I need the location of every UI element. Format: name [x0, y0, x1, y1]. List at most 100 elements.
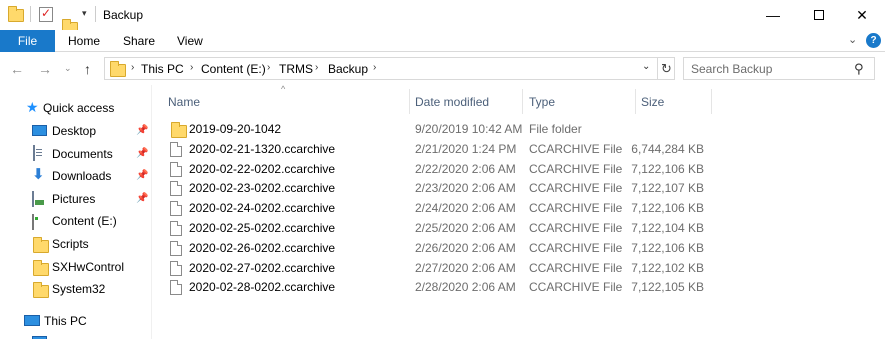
file-type: File folder	[529, 122, 582, 136]
sidebar-item-label: Downloads	[52, 169, 112, 183]
breadcrumb-content[interactable]: Content (E:)	[201, 62, 266, 76]
file-date: 2/22/2020 2:06 AM	[415, 162, 516, 176]
sidebar-item-system32[interactable]: System32	[0, 278, 152, 300]
sidebar-item-pictures[interactable]: Pictures 📌	[0, 188, 152, 210]
recent-locations-icon[interactable]: ⌄	[64, 63, 72, 74]
file-type: CCARCHIVE File	[529, 181, 623, 195]
file-name: 2020-02-26-0202.ccarchive	[189, 241, 336, 255]
search-box[interactable]: Search Backup ⚲	[683, 57, 875, 80]
documents-icon	[33, 145, 35, 161]
refresh-icon[interactable]: ↻	[657, 58, 675, 79]
breadcrumb-chevron-icon[interactable]: ›	[131, 62, 134, 73]
sidebar-item-this-pc[interactable]: This PC	[0, 310, 152, 332]
column-divider[interactable]	[711, 89, 712, 114]
column-header-size[interactable]: Size	[641, 95, 664, 120]
table-row[interactable]: 2020-02-23-0202.ccarchive 2/23/2020 2:06…	[163, 178, 712, 198]
sidebar-item-sxhwcontrol[interactable]: SXHwControl	[0, 256, 152, 278]
file-type: CCARCHIVE File	[529, 142, 623, 156]
title-bar: ✓ ▾ Backup — ✕	[0, 0, 885, 35]
breadcrumb-chevron-icon[interactable]: ›	[373, 62, 376, 73]
customize-quick-access-icon[interactable]: ▾	[82, 8, 87, 19]
sidebar-item-label: Content (E:)	[52, 214, 117, 228]
column-header-name[interactable]: Name	[168, 95, 200, 120]
search-input[interactable]: Search Backup	[691, 62, 772, 76]
tab-view[interactable]: View	[177, 34, 203, 48]
breadcrumb-this-pc[interactable]: This PC	[141, 62, 184, 76]
column-divider[interactable]	[409, 89, 410, 114]
breadcrumb-trms[interactable]: TRMS	[279, 62, 313, 76]
file-size: 7,122,105 KB	[631, 280, 704, 294]
file-icon	[170, 241, 182, 256]
address-bar[interactable]: › This PC › Content (E:) › TRMS › Backup…	[104, 57, 675, 80]
sidebar-item-documents[interactable]: Documents 📌	[0, 143, 152, 165]
column-divider[interactable]	[635, 89, 636, 114]
expand-ribbon-icon[interactable]: ⌄	[848, 33, 857, 46]
folder-icon	[8, 6, 24, 22]
ribbon: File Home Share View ⌄ ?	[0, 30, 885, 52]
table-row[interactable]: 2020-02-25-0202.ccarchive 2/25/2020 2:06…	[163, 218, 712, 238]
tab-file[interactable]: File	[0, 30, 55, 52]
pin-icon: 📌	[136, 170, 149, 181]
table-row[interactable]: 2019-09-20-1042 9/20/2019 10:42 AM File …	[163, 119, 712, 139]
column-divider[interactable]	[522, 89, 523, 114]
navigation-bar: ← → ⌄ ↑ › This PC › Content (E:) › TRMS …	[0, 53, 885, 85]
sidebar-item-downloads[interactable]: ⬇ Downloads 📌	[0, 165, 152, 187]
column-header-type[interactable]: Type	[529, 95, 555, 120]
forward-button[interactable]: →	[38, 61, 52, 77]
table-row[interactable]: 2020-02-28-0202.ccarchive 2/28/2020 2:06…	[163, 277, 712, 297]
back-button[interactable]: ←	[10, 61, 24, 77]
sidebar-item-quick-access[interactable]: ★ Quick access	[0, 97, 152, 119]
drive-icon	[32, 214, 34, 230]
file-icon	[170, 162, 182, 177]
file-name: 2019-09-20-1042	[189, 122, 282, 136]
pin-icon: 📌	[136, 193, 149, 204]
table-row[interactable]: 2020-02-22-0202.ccarchive 2/22/2020 2:06…	[163, 159, 712, 179]
file-size: 7,122,106 KB	[631, 201, 704, 215]
file-name: 2020-02-25-0202.ccarchive	[189, 221, 336, 235]
table-row[interactable]: 2020-02-26-0202.ccarchive 2/26/2020 2:06…	[163, 238, 712, 258]
properties-icon[interactable]: ✓	[39, 6, 53, 22]
file-date: 2/27/2020 2:06 AM	[415, 261, 516, 275]
sidebar-item-desktop[interactable]: Desktop 📌	[0, 120, 152, 142]
sidebar-item-content-drive[interactable]: Content (E:)	[0, 210, 152, 232]
sidebar-item-scripts[interactable]: Scripts	[0, 233, 152, 255]
file-type: CCARCHIVE File	[529, 201, 623, 215]
close-button[interactable]: ✕	[839, 0, 885, 30]
tab-share[interactable]: Share	[123, 34, 155, 48]
file-name: 2020-02-23-0202.ccarchive	[189, 181, 336, 195]
file-type: CCARCHIVE File	[529, 162, 623, 176]
file-name: 2020-02-24-0202.ccarchive	[189, 201, 336, 215]
file-size: 6,744,284 KB	[631, 142, 704, 156]
minimize-icon: —	[766, 7, 780, 23]
table-row[interactable]: 2020-02-27-0202.ccarchive 2/27/2020 2:06…	[163, 258, 712, 278]
sidebar-item-partial[interactable]	[0, 332, 152, 339]
sidebar-item-label: Desktop	[52, 124, 97, 138]
file-date: 2/25/2020 2:06 AM	[415, 221, 516, 235]
file-icon	[170, 142, 182, 157]
minimize-button[interactable]: —	[750, 0, 796, 30]
column-header-date-modified[interactable]: Date modified	[415, 95, 489, 120]
file-date: 2/28/2020 2:06 AM	[415, 280, 516, 294]
table-row[interactable]: 2020-02-21-1320.ccarchive 2/21/2020 1:24…	[163, 139, 712, 159]
sort-ascending-icon: ^	[281, 84, 286, 94]
tab-home[interactable]: Home	[68, 34, 100, 48]
up-button[interactable]: ↑	[84, 61, 91, 77]
help-icon[interactable]: ?	[866, 33, 881, 48]
address-dropdown-icon[interactable]: ⌄	[642, 61, 650, 72]
sidebar-item-label: System32	[52, 282, 106, 296]
folder-icon	[33, 237, 49, 253]
title-divider	[95, 6, 96, 22]
sidebar-item-label: SXHwControl	[52, 260, 125, 274]
breadcrumb-chevron-icon[interactable]: ›	[315, 62, 318, 73]
breadcrumb-chevron-icon[interactable]: ›	[190, 62, 193, 73]
file-icon	[170, 201, 182, 216]
table-row[interactable]: 2020-02-24-0202.ccarchive 2/24/2020 2:06…	[163, 198, 712, 218]
close-icon: ✕	[856, 6, 868, 23]
file-size: 7,122,106 KB	[631, 162, 704, 176]
maximize-button[interactable]	[796, 0, 842, 30]
pin-icon: 📌	[136, 125, 149, 136]
breadcrumb-chevron-icon[interactable]: ›	[267, 62, 270, 73]
file-name: 2020-02-28-0202.ccarchive	[189, 280, 336, 294]
breadcrumb-backup[interactable]: Backup	[328, 62, 368, 76]
downloads-icon: ⬇	[32, 166, 45, 183]
